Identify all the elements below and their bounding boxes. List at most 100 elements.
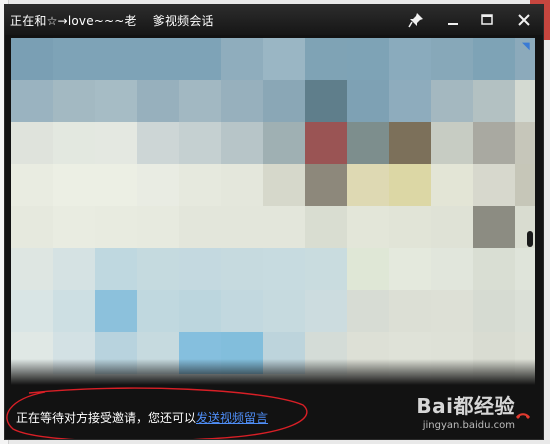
mosaic-cell	[473, 164, 515, 206]
mosaic-cell	[305, 164, 347, 206]
mosaic-cell	[53, 164, 95, 206]
mosaic-cell	[431, 122, 473, 164]
mosaic-cell	[53, 38, 95, 80]
mosaic-cell	[263, 80, 305, 122]
resize-corner-icon[interactable]: ◥	[522, 42, 532, 52]
mosaic-cell	[221, 206, 263, 248]
mosaic-cell	[473, 122, 515, 164]
mosaic-cell	[305, 80, 347, 122]
mosaic-cell	[263, 122, 305, 164]
mosaic-cell	[347, 122, 389, 164]
mosaic-cell	[389, 80, 431, 122]
mosaic-cell	[95, 248, 137, 290]
mosaic-cell	[137, 290, 179, 332]
mosaic-cell	[221, 80, 263, 122]
mosaic-cell	[305, 248, 347, 290]
mosaic-cell	[11, 164, 53, 206]
mosaic-cell	[11, 290, 53, 332]
video-fade	[11, 359, 535, 385]
mosaic-cell	[431, 38, 473, 80]
mosaic-cell	[95, 290, 137, 332]
mosaic-cell	[431, 80, 473, 122]
mosaic-cell	[137, 248, 179, 290]
mosaic-cell	[95, 38, 137, 80]
minimize-icon	[448, 23, 458, 25]
mosaic-cell	[137, 122, 179, 164]
mosaic-cell	[53, 290, 95, 332]
side-handle[interactable]	[527, 231, 533, 247]
mosaic-cell	[95, 164, 137, 206]
mosaic-cell	[473, 38, 515, 80]
mosaic-cell	[53, 122, 95, 164]
mosaic-cell	[347, 80, 389, 122]
mosaic-cell	[179, 38, 221, 80]
mosaic-cell	[389, 164, 431, 206]
mosaic-cell	[137, 80, 179, 122]
hang-up-icon[interactable]	[515, 411, 531, 421]
mosaic-cell	[515, 122, 535, 164]
mosaic-cell	[515, 290, 535, 332]
watermark-brand: Bai都经验	[416, 394, 515, 418]
mosaic-cell	[389, 290, 431, 332]
mosaic-cell	[95, 122, 137, 164]
mosaic-cell	[263, 248, 305, 290]
mosaic-cell	[515, 80, 535, 122]
mosaic-cell	[221, 122, 263, 164]
mosaic-cell	[11, 206, 53, 248]
mosaic-cell	[305, 122, 347, 164]
mosaic-cell	[263, 38, 305, 80]
mosaic-cell	[221, 38, 263, 80]
baidu-watermark: Bai都经验 jingyan.baidu.com	[416, 390, 515, 431]
video-preview: ◥	[11, 38, 535, 385]
send-video-message-link[interactable]: 发送视频留言	[196, 411, 268, 425]
window-title-contact: 正在和☆→love~~~老	[10, 14, 137, 28]
title-bar[interactable]: 正在和☆→love~~~老 爹视频会话	[5, 5, 543, 35]
video-chat-window: 正在和☆→love~~~老 爹视频会话 ◥ 正在等待对方接受邀请，您还可以发送视…	[4, 4, 544, 440]
pin-button[interactable]	[403, 8, 429, 30]
mosaic-cell	[305, 38, 347, 80]
window-title: 正在和☆→love~~~老 爹视频会话	[10, 12, 214, 29]
mosaic-cell	[305, 206, 347, 248]
watermark-url: jingyan.baidu.com	[422, 420, 515, 431]
mosaic-cell	[305, 290, 347, 332]
mosaic-cell	[11, 122, 53, 164]
mosaic-cell	[137, 164, 179, 206]
mosaic-cell	[179, 122, 221, 164]
status-message: 正在等待对方接受邀请，您还可以	[16, 411, 197, 425]
mosaic-cell	[221, 248, 263, 290]
mosaic-cell	[179, 80, 221, 122]
mosaic-cell	[389, 122, 431, 164]
mosaic-cell	[347, 164, 389, 206]
mosaic-cell	[347, 206, 389, 248]
mosaic-cell	[263, 206, 305, 248]
mosaic-cell	[347, 248, 389, 290]
pixelated-video-frame	[11, 38, 535, 385]
mosaic-cell	[179, 248, 221, 290]
mosaic-cell	[263, 164, 305, 206]
mosaic-cell	[221, 290, 263, 332]
mosaic-cell	[389, 206, 431, 248]
mosaic-cell	[431, 206, 473, 248]
mosaic-cell	[389, 38, 431, 80]
mosaic-cell	[53, 80, 95, 122]
mosaic-cell	[347, 38, 389, 80]
mosaic-cell	[473, 80, 515, 122]
maximize-button[interactable]	[474, 8, 500, 30]
minimize-button[interactable]	[440, 8, 466, 30]
status-bar: 正在等待对方接受邀请，您还可以发送视频留言	[16, 409, 268, 426]
close-button[interactable]	[511, 8, 537, 30]
mosaic-cell	[11, 248, 53, 290]
pin-icon	[408, 13, 423, 28]
window-title-session: 爹视频会话	[152, 14, 214, 28]
mosaic-cell	[53, 248, 95, 290]
mosaic-cell	[137, 206, 179, 248]
mosaic-cell	[11, 38, 53, 80]
mosaic-cell	[179, 290, 221, 332]
close-icon	[518, 14, 530, 26]
maximize-icon	[481, 14, 493, 25]
mosaic-cell	[95, 80, 137, 122]
mosaic-cell	[473, 290, 515, 332]
mosaic-cell	[137, 38, 179, 80]
mosaic-cell	[431, 164, 473, 206]
mosaic-cell	[473, 206, 515, 248]
